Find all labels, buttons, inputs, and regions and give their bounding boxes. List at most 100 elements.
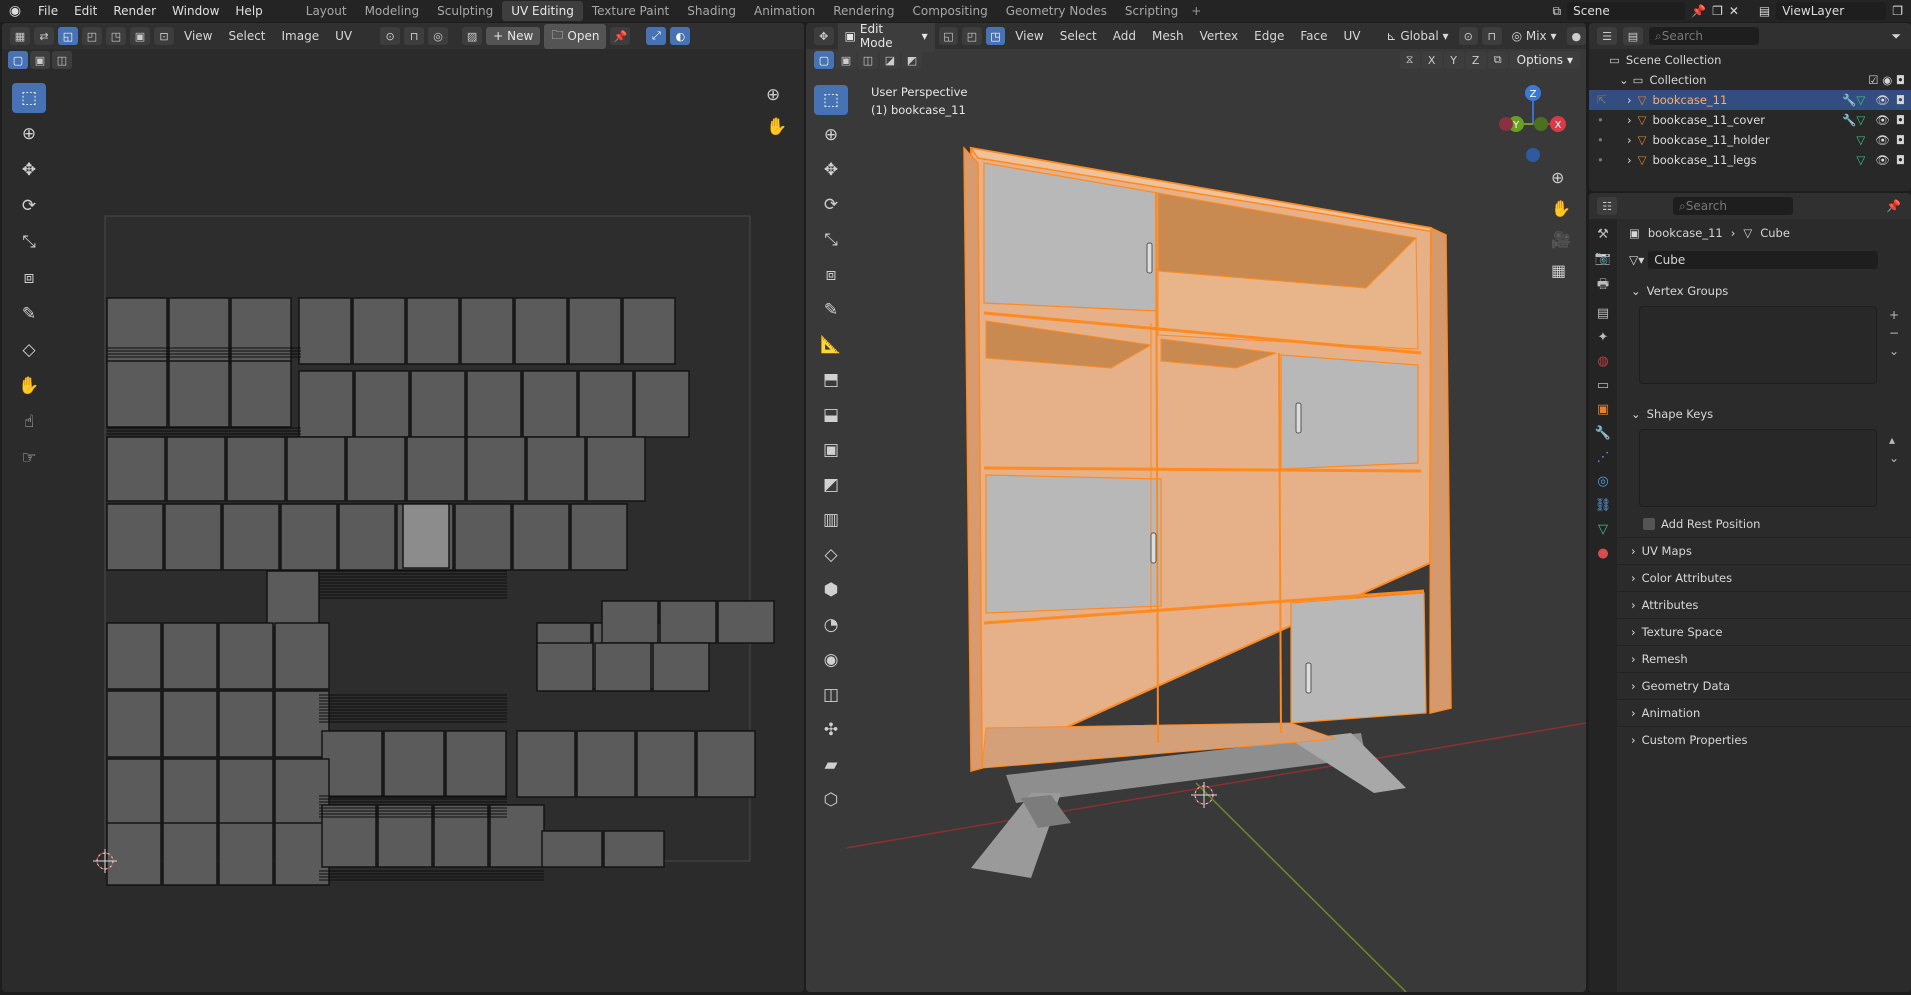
- transform-tool-icon[interactable]: ⧈: [814, 260, 848, 290]
- output-tab-icon[interactable]: 🖶: [1597, 275, 1609, 297]
- vp-menu-edge[interactable]: Edge: [1248, 29, 1290, 43]
- shape-keys-list[interactable]: [1639, 429, 1877, 507]
- shape-keys-panel-header[interactable]: ⌄ Shape Keys: [1617, 401, 1911, 427]
- outliner-object-row[interactable]: • › ▽ bookcase_11_legs ▽ 👁 ◘: [1589, 150, 1911, 170]
- view-layer-selector[interactable]: ViewLayer: [1776, 2, 1887, 20]
- move-tool-icon[interactable]: ✥: [814, 155, 848, 185]
- workspace-tab-animation[interactable]: Animation: [745, 1, 824, 21]
- object-data-icon[interactable]: ▽: [1856, 133, 1865, 147]
- vp-menu-view[interactable]: View: [1009, 29, 1049, 43]
- options-dropdown[interactable]: Options ▾: [1509, 51, 1580, 69]
- ortho-toggle-icon[interactable]: ▦: [1551, 261, 1571, 280]
- smooth-tool-icon[interactable]: ◉: [814, 645, 848, 675]
- workspace-tab-sculpting[interactable]: Sculpting: [428, 1, 502, 21]
- mesh-name-field[interactable]: Cube: [1648, 251, 1879, 269]
- proportional-edit-dropdown[interactable]: ◎ Mix ▾: [1506, 29, 1563, 43]
- expand-icon[interactable]: ⌄: [1619, 73, 1629, 87]
- workspace-tab-geometry-nodes[interactable]: Geometry Nodes: [997, 1, 1116, 21]
- viewport-canvas[interactable]: Z X Y: [806, 23, 1586, 992]
- vp-menu-face[interactable]: Face: [1294, 29, 1333, 43]
- vp-select-subtract-icon[interactable]: ◫: [858, 51, 878, 69]
- shape-key-up-icon[interactable]: ▴: [1889, 433, 1899, 447]
- vp-menu-vertex[interactable]: Vertex: [1194, 29, 1245, 43]
- world-tab-icon[interactable]: ◍: [1597, 354, 1608, 369]
- gizmo-neg-y-axis[interactable]: [1534, 117, 1548, 131]
- new-view-layer-icon[interactable]: ❐: [1892, 4, 1903, 18]
- vp-menu-uv[interactable]: UV: [1338, 29, 1367, 43]
- vertex-group-menu-icon[interactable]: ⌄: [1889, 344, 1899, 358]
- constraints-tab-icon[interactable]: ⛓: [1595, 498, 1612, 513]
- vp-select-extend-icon[interactable]: ▣: [836, 51, 856, 69]
- loop-cut-tool-icon[interactable]: ▥: [814, 505, 848, 535]
- object-data-icon[interactable]: 🔧▽: [1842, 93, 1865, 107]
- panel-uv-maps[interactable]: › UV Maps: [1617, 537, 1911, 563]
- render-camera-icon[interactable]: ◘: [1896, 113, 1905, 127]
- vertex-groups-list[interactable]: [1639, 306, 1877, 384]
- tool-tab-icon[interactable]: ⚒: [1597, 227, 1609, 242]
- mirror-y-button[interactable]: Y: [1443, 51, 1464, 69]
- zoom-icon[interactable]: ⊕: [1551, 168, 1571, 187]
- rip-region-tool-icon[interactable]: ⬡: [814, 785, 848, 815]
- props-pin-icon[interactable]: 📌: [1886, 199, 1901, 213]
- gizmo-neg-x-axis[interactable]: [1499, 117, 1513, 131]
- scene-selector[interactable]: Scene: [1567, 2, 1686, 20]
- inset-tool-icon[interactable]: ▣: [814, 435, 848, 465]
- panel-color-attributes[interactable]: › Color Attributes: [1617, 564, 1911, 590]
- menu-file[interactable]: File: [30, 4, 66, 18]
- filter-icon[interactable]: ⏷: [1891, 29, 1901, 44]
- annotate-tool-icon[interactable]: ✎: [814, 295, 848, 325]
- workspace-tab-texture-paint[interactable]: Texture Paint: [583, 1, 678, 21]
- select-box-tool-icon[interactable]: ⬚: [814, 85, 848, 115]
- workspace-tab-shading[interactable]: Shading: [678, 1, 745, 21]
- view-layer-icon[interactable]: ▤: [1759, 4, 1770, 18]
- mirror-options-icon[interactable]: ⧖: [1399, 51, 1420, 69]
- visibility-eye-icon[interactable]: 👁: [1875, 93, 1890, 107]
- snapping-icon[interactable]: ⊓: [1482, 27, 1502, 45]
- menu-window[interactable]: Window: [164, 4, 227, 18]
- scale-tool-icon[interactable]: ⤡: [814, 225, 848, 255]
- visibility-eye-icon[interactable]: 👁: [1875, 133, 1890, 147]
- face-select-mode-icon[interactable]: ◳: [985, 27, 1006, 45]
- rotate-tool-icon[interactable]: ⟳: [814, 190, 848, 220]
- mirror-z-button[interactable]: Z: [1465, 51, 1486, 69]
- object-data-icon[interactable]: ▽: [1856, 153, 1865, 167]
- outliner-editor-type-icon[interactable]: ☰: [1597, 27, 1617, 45]
- object-tab-icon[interactable]: ▣: [1597, 402, 1609, 417]
- particles-tab-icon[interactable]: ⋰: [1597, 450, 1610, 465]
- properties-search[interactable]: ⌕ Search: [1673, 197, 1793, 215]
- workspace-tab-rendering[interactable]: Rendering: [824, 1, 903, 21]
- pivot-point-icon[interactable]: ⊙: [1458, 27, 1479, 45]
- outliner-object-row[interactable]: • › ▽ bookcase_11_holder ▽ 👁 ◘: [1589, 130, 1911, 150]
- render-camera-icon[interactable]: ◘: [1896, 133, 1905, 147]
- vertex-select-mode-icon[interactable]: ◱: [938, 27, 959, 45]
- expand-object-icon[interactable]: ›: [1627, 153, 1632, 167]
- panel-animation[interactable]: › Animation: [1617, 699, 1911, 725]
- poly-build-tool-icon[interactable]: ⬢: [814, 575, 848, 605]
- scene-collection-row[interactable]: ▭ Scene Collection: [1589, 50, 1911, 70]
- cursor-tool-icon[interactable]: ⊕: [814, 120, 848, 150]
- mirror-x-button[interactable]: X: [1421, 51, 1442, 69]
- blender-logo-icon[interactable]: ◉: [0, 3, 30, 19]
- panel-texture-space[interactable]: › Texture Space: [1617, 618, 1911, 644]
- spin-tool-icon[interactable]: ◔: [814, 610, 848, 640]
- panel-attributes[interactable]: › Attributes: [1617, 591, 1911, 617]
- knife-tool-icon[interactable]: ◇: [814, 540, 848, 570]
- topology-mirror-icon[interactable]: ⧉: [1487, 51, 1508, 69]
- scene-icon[interactable]: ⧉: [1553, 4, 1562, 19]
- display-mode-icon[interactable]: ▤: [1623, 27, 1643, 45]
- add-cube-tool-icon[interactable]: ⬒: [814, 365, 848, 395]
- collection-tab-icon[interactable]: ▭: [1597, 378, 1609, 393]
- workspace-tab-scripting[interactable]: Scripting: [1116, 1, 1187, 21]
- vp-menu-add[interactable]: Add: [1107, 29, 1142, 43]
- measure-tool-icon[interactable]: 📐: [814, 330, 848, 360]
- uv-canvas[interactable]: [2, 23, 804, 992]
- physics-tab-icon[interactable]: ◎: [1597, 474, 1608, 489]
- edge-slide-tool-icon[interactable]: ◫: [814, 680, 848, 710]
- visibility-eye-icon[interactable]: 👁: [1875, 153, 1890, 167]
- transform-orientation-dropdown[interactable]: ⊾ Global ▾: [1381, 29, 1455, 43]
- vertex-groups-panel-header[interactable]: ⌄ Vertex Groups: [1617, 278, 1911, 304]
- delete-scene-icon[interactable]: ✕: [1729, 4, 1739, 18]
- vp-menu-select[interactable]: Select: [1054, 29, 1103, 43]
- workspace-tab-uv-editing[interactable]: UV Editing: [502, 1, 583, 21]
- expand-object-icon[interactable]: ›: [1627, 113, 1632, 127]
